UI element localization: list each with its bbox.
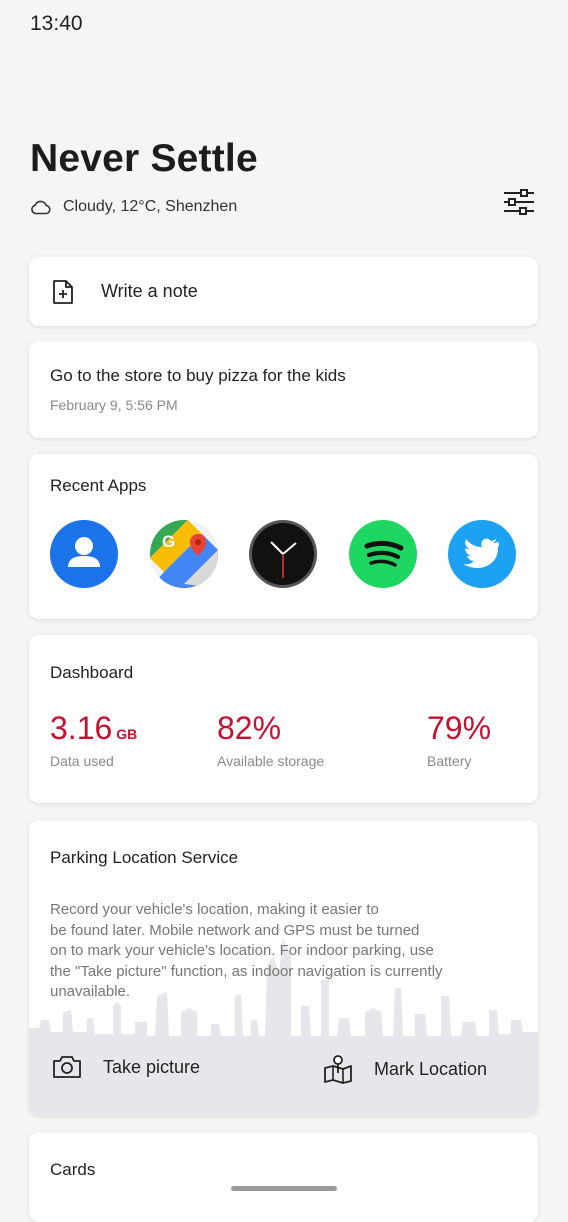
- sliders-icon: [504, 189, 534, 215]
- dashboard-heading: Dashboard: [50, 663, 134, 682]
- twitter-icon[interactable]: [448, 520, 516, 588]
- metric-caption: Available storage: [217, 753, 325, 769]
- metric-battery: 79% Battery: [427, 710, 491, 769]
- reminder-text: Go to the store to buy pizza for the kid…: [50, 366, 346, 385]
- recent-apps-card: Recent Apps G: [29, 454, 538, 619]
- parking-description-line: Record your vehicle's location, making i…: [50, 901, 379, 918]
- mark-location-button[interactable]: Mark Location: [322, 1054, 487, 1084]
- metric-value: 82%: [217, 710, 282, 746]
- parking-description: Record your vehicle's location, making i…: [50, 900, 500, 1003]
- cards-heading: Cards: [50, 1160, 96, 1179]
- parking-description-line: the "Take picture" function, as indoor n…: [50, 962, 443, 980]
- camera-icon: [53, 1056, 81, 1078]
- parking-description-line: unavailable.: [50, 983, 131, 1000]
- reminder-card[interactable]: Go to the store to buy pizza for the kid…: [29, 341, 538, 438]
- recent-apps-heading: Recent Apps: [50, 476, 147, 495]
- dashboard-card: Dashboard 3.16 GB Data used 82% Available…: [29, 635, 538, 803]
- take-picture-button[interactable]: Take picture: [51, 1054, 200, 1080]
- parking-card: Parking Location Service Record your veh…: [29, 820, 538, 1116]
- recent-apps-row: G: [50, 520, 516, 588]
- clock-icon[interactable]: [249, 520, 317, 588]
- svg-text:G: G: [162, 532, 175, 551]
- metric-value: 79%: [427, 710, 492, 746]
- page-title: Never Settle: [30, 137, 258, 180]
- metric-data-used: 3.16 GB Data used: [50, 710, 137, 769]
- metric-value: 3.16: [50, 710, 113, 746]
- reminder-date: February 9, 5:56 PM: [50, 397, 178, 413]
- maps-icon[interactable]: G: [149, 520, 218, 588]
- note-add-icon: [51, 279, 75, 305]
- cards-card: Cards: [29, 1132, 538, 1222]
- weather-text: Cloudy, 12°C, Shenzhen: [63, 198, 238, 215]
- cloud-icon: [31, 200, 51, 215]
- status-bar-time: 13:40: [30, 12, 83, 35]
- parking-description-line: on to mark your vehicle's location. For …: [50, 942, 434, 959]
- metric-caption: Battery: [427, 753, 472, 769]
- metric-unit: GB: [116, 726, 138, 742]
- contacts-icon[interactable]: [50, 520, 118, 588]
- home-indicator[interactable]: [231, 1186, 337, 1191]
- parking-heading: Parking Location Service: [50, 848, 239, 867]
- write-note-card[interactable]: Write a note: [29, 257, 538, 326]
- take-picture-label: Take picture: [103, 1056, 201, 1077]
- parking-description-line: be found later. Mobile network and GPS m…: [50, 921, 420, 939]
- settings-button[interactable]: [500, 184, 538, 220]
- metric-caption: Data used: [50, 753, 114, 769]
- write-note-label: Write a note: [101, 281, 198, 301]
- mark-location-label: Mark Location: [374, 1058, 488, 1079]
- spotify-icon[interactable]: [348, 520, 417, 588]
- weather-info: Cloudy, 12°C, Shenzhen: [30, 198, 237, 216]
- map-pin-icon: [324, 1055, 352, 1084]
- metric-available-storage: 82% Available storage: [217, 710, 324, 769]
